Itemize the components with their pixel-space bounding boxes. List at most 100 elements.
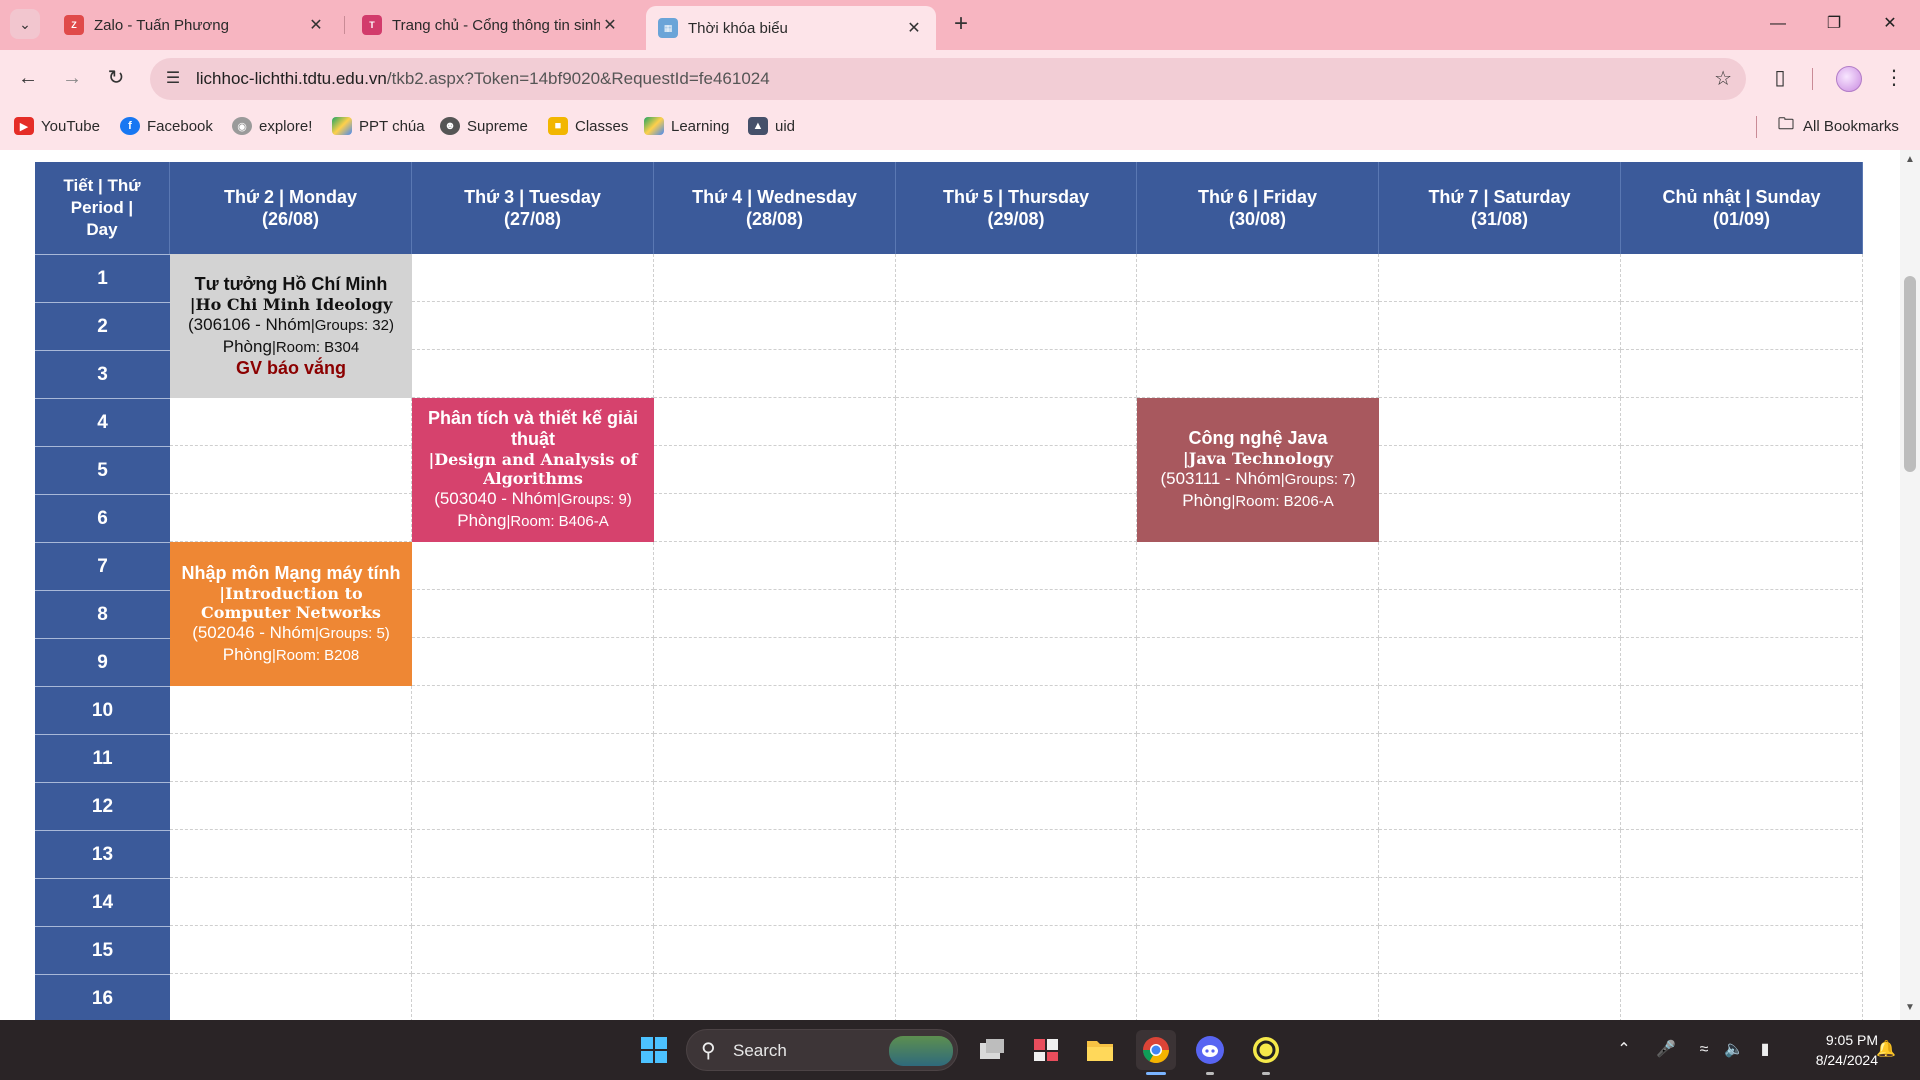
grid-cell <box>1379 446 1621 494</box>
day-name: Thứ 5 | Thursday <box>942 187 1090 207</box>
bookmark-label: Classes <box>575 117 629 135</box>
course-name-en: |Ho Chi Minh Ideology <box>189 294 393 314</box>
discord-indicator <box>1206 1072 1214 1075</box>
course-code: (503040 - Nhóm|Groups: 9) <box>434 488 632 510</box>
grid-cell <box>654 926 896 974</box>
course-block[interactable]: Phân tích và thiết kế giải thuật |Design … <box>412 398 654 542</box>
bookmark-star-icon[interactable]: ☆ <box>1714 66 1732 91</box>
tab-timetable[interactable]: ▦ Thời khóa biểu ✕ <box>646 6 936 50</box>
course-room: Phòng|Room: B304 <box>223 336 359 358</box>
period-cell: 10 <box>35 686 170 734</box>
course-name-en: |Design and Analysis of Algorithms <box>428 450 638 488</box>
extensions-puzzle-icon[interactable]: ▯ <box>1764 62 1796 94</box>
bookmark-label: YouTube <box>41 117 100 135</box>
grid-cell <box>1379 638 1621 686</box>
back-button[interactable]: ← <box>12 62 44 94</box>
grid-cell <box>170 446 412 494</box>
all-bookmarks-button[interactable]: 🗀 All Bookmarks <box>1776 114 1899 138</box>
restore-button[interactable]: ❐ <box>1812 8 1856 40</box>
show-hidden-icons-chevron-icon[interactable]: ⌃ <box>1612 1036 1636 1064</box>
bookmark-label: uid <box>775 117 796 135</box>
bookmark-classes[interactable]: ■ Classes <box>548 114 628 138</box>
volume-icon[interactable]: 🔈 <box>1722 1036 1746 1064</box>
chrome-icon[interactable] <box>1136 1030 1176 1070</box>
taskbar-search[interactable]: ⚲ Search <box>686 1029 958 1071</box>
bookmark-label: Learning <box>671 117 730 135</box>
grid-cell <box>1137 686 1379 734</box>
bookmark-facebook[interactable]: f Facebook <box>120 114 213 138</box>
grid-cell <box>896 830 1137 878</box>
day-date: (27/08) <box>503 209 562 229</box>
grid-cell <box>1379 302 1621 350</box>
vertical-scrollbar[interactable]: ▲ ▼ <box>1900 150 1920 1020</box>
course-name: Nhập môn Mạng máy tính <box>181 562 401 583</box>
uid-icon: ▲ <box>748 117 768 135</box>
course-block[interactable]: Công nghệ Java |Java Technology (503111 - … <box>1137 398 1379 542</box>
close-tab-icon[interactable]: ✕ <box>904 18 924 38</box>
system-clock[interactable]: 9:05 PM 8/24/2024 <box>1780 1030 1878 1070</box>
bookmark-ppt[interactable]: PPT chúa <box>332 114 425 138</box>
close-tab-icon[interactable]: ✕ <box>600 15 620 35</box>
grid-cell <box>170 926 412 974</box>
url-host: lichhoc-lichthi.tdtu.edu.vn <box>196 69 387 88</box>
task-view-icon[interactable] <box>972 1030 1012 1070</box>
grid-cell <box>654 974 896 1020</box>
reload-button[interactable]: ↻ <box>100 62 132 94</box>
scroll-down-icon[interactable]: ▼ <box>1904 1002 1916 1013</box>
bookmark-youtube[interactable]: ▶ YouTube <box>14 114 100 138</box>
grid-cell <box>1379 254 1621 302</box>
new-tab-button[interactable]: + <box>946 10 976 40</box>
day-date: (26/08) <box>261 209 320 229</box>
forward-button[interactable]: → <box>56 62 88 94</box>
bookmarks-separator <box>1756 116 1757 138</box>
tab-portal[interactable]: T Trang chủ - Cổng thông tin sinh ✕ <box>350 6 632 44</box>
notifications-bell-icon[interactable]: 🔔 <box>1874 1036 1898 1064</box>
drive-icon <box>332 117 352 135</box>
close-tab-icon[interactable]: ✕ <box>306 15 326 35</box>
microphone-icon[interactable]: 🎤 <box>1654 1036 1678 1064</box>
bookmark-uid[interactable]: ▲ uid <box>748 114 795 138</box>
discord-icon[interactable] <box>1190 1030 1230 1070</box>
course-block[interactable]: Tư tưởng Hồ Chí Minh |Ho Chi Minh Ideolog… <box>170 254 412 398</box>
widgets-icon[interactable] <box>1026 1030 1066 1070</box>
course-block[interactable]: Nhập môn Mạng máy tính |Introduction to C… <box>170 542 412 686</box>
battery-icon[interactable]: ▮ <box>1752 1036 1778 1064</box>
page-content: Tiết | Thứ Period | Day Thứ 2 | Monday (2… <box>0 150 1920 1020</box>
profile-avatar[interactable] <box>1836 66 1862 92</box>
wifi-icon[interactable]: ≈ <box>1692 1036 1716 1064</box>
room-label: Phòng <box>1182 491 1232 510</box>
grid-cell <box>896 542 1137 590</box>
site-settings-icon[interactable]: ☰ <box>162 68 184 90</box>
day-name: Chủ nhật | Sunday <box>1662 187 1821 207</box>
day-date: (31/08) <box>1470 209 1529 229</box>
address-bar[interactable]: ☰ lichhoc-lichthi.tdtu.edu.vn/tkb2.aspx?… <box>150 58 1746 100</box>
file-explorer-icon[interactable] <box>1080 1030 1120 1070</box>
scroll-up-icon[interactable]: ▲ <box>1904 154 1916 165</box>
bookmark-explore[interactable]: ◉ explore! <box>232 114 312 138</box>
period-cell: 14 <box>35 878 170 926</box>
windows-start-icon[interactable] <box>634 1030 674 1070</box>
tab-zalo[interactable]: Z Zalo - Tuấn Phương ✕ <box>52 6 338 44</box>
search-icon: ⚲ <box>701 1040 716 1062</box>
grid-cell <box>1621 398 1863 446</box>
grid-cell <box>1621 254 1863 302</box>
menu-kebab-icon[interactable]: ⋮ <box>1878 62 1910 94</box>
bookmark-learning[interactable]: Learning <box>644 114 729 138</box>
close-window-button[interactable]: ✕ <box>1868 8 1912 40</box>
scrollbar-thumb[interactable] <box>1904 276 1916 472</box>
url-path: /tkb2.aspx?Token=14bf9020&RequestId=fe46… <box>386 69 770 88</box>
corner-line: Tiết | Thứ <box>63 176 141 195</box>
course-room: Phòng|Room: B206-A <box>1182 490 1333 512</box>
period-cell: 6 <box>35 494 170 542</box>
corner-line: Period | <box>70 198 134 217</box>
minimize-button[interactable]: — <box>1756 8 1800 40</box>
app-ring-icon[interactable] <box>1246 1030 1286 1070</box>
clock-date: 8/24/2024 <box>1815 1052 1878 1068</box>
period-cell: 12 <box>35 782 170 830</box>
tab-search-chevron-icon[interactable]: ⌄ <box>10 9 40 39</box>
course-code: (503111 - Nhóm|Groups: 7) <box>1160 468 1355 490</box>
grid-cell <box>1621 590 1863 638</box>
course-group: |Groups: 32) <box>310 316 394 334</box>
url-text[interactable]: lichhoc-lichthi.tdtu.edu.vn/tkb2.aspx?To… <box>196 69 770 89</box>
bookmark-supreme[interactable]: ☻ Supreme <box>440 114 528 138</box>
